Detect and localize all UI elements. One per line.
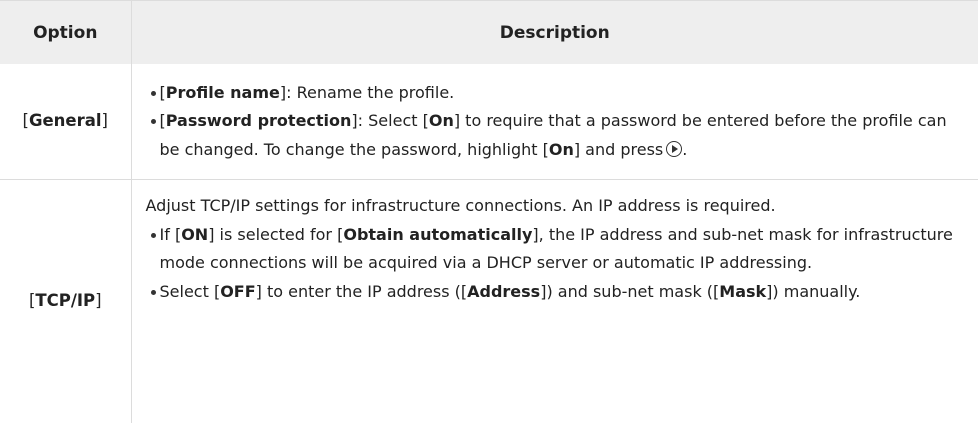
table-row-tcpip: [TCP/IP] Adjust TCP/IP settings for infr… xyxy=(0,180,978,423)
password-text-1: : Select [ xyxy=(358,111,429,130)
value-on-2: On xyxy=(549,140,574,159)
option-name-tcpip: TCP/IP xyxy=(35,291,95,310)
description-cell-general: [Profile name]: Rename the profile. [Pas… xyxy=(131,64,978,180)
term-obtain-automatically: Obtain automatically xyxy=(343,225,532,244)
value-on-1: On xyxy=(429,111,454,130)
term-address: Address xyxy=(467,282,540,301)
term-mask: Mask xyxy=(719,282,766,301)
option-cell-general: [General] xyxy=(0,64,131,180)
manual-text-mid2: ]) and sub-net mask ([ xyxy=(540,282,719,301)
term-profile-name: Profile name xyxy=(166,83,280,102)
header-description: Description xyxy=(131,1,978,65)
manual-text-post: ]) manually. xyxy=(766,282,860,301)
tcpip-intro: Adjust TCP/IP settings for infrastructur… xyxy=(146,192,959,221)
manual-text-mid: ] to enter the IP address ([ xyxy=(256,282,467,301)
profile-name-text: : Rename the profile. xyxy=(286,83,454,102)
option-cell-tcpip: [TCP/IP] xyxy=(0,180,131,423)
list-item-profile-name: [Profile name]: Rename the profile. xyxy=(151,79,959,108)
list-item-manual-ip: Select [OFF] to enter the IP address ([A… xyxy=(151,278,959,307)
multi-selector-right-icon xyxy=(666,141,682,157)
password-text-3: ] and press xyxy=(574,140,663,159)
general-bullet-list: [Profile name]: Rename the profile. [Pas… xyxy=(146,79,959,165)
table-row-general: [General] [Profile name]: Rename the pro… xyxy=(0,64,978,180)
list-item-obtain-automatically: If [ON] is selected for [Obtain automati… xyxy=(151,221,959,278)
term-password-protection: Password protection xyxy=(166,111,352,130)
obtain-text-pre: If [ xyxy=(160,225,182,244)
options-table: Option Description [General] [Profile na… xyxy=(0,0,978,423)
tcpip-bullet-list: If [ON] is selected for [Obtain automati… xyxy=(146,221,959,307)
description-cell-tcpip: Adjust TCP/IP settings for infrastructur… xyxy=(131,180,978,423)
value-off: OFF xyxy=(220,282,255,301)
password-text-4: . xyxy=(682,140,687,159)
manual-text-pre: Select [ xyxy=(160,282,221,301)
obtain-text-mid: ] is selected for [ xyxy=(208,225,343,244)
header-option: Option xyxy=(0,1,131,65)
value-on: ON xyxy=(181,225,208,244)
list-item-password-protection: [Password protection]: Select [On] to re… xyxy=(151,107,959,164)
option-name-general: General xyxy=(29,111,102,130)
table-header-row: Option Description xyxy=(0,1,978,65)
